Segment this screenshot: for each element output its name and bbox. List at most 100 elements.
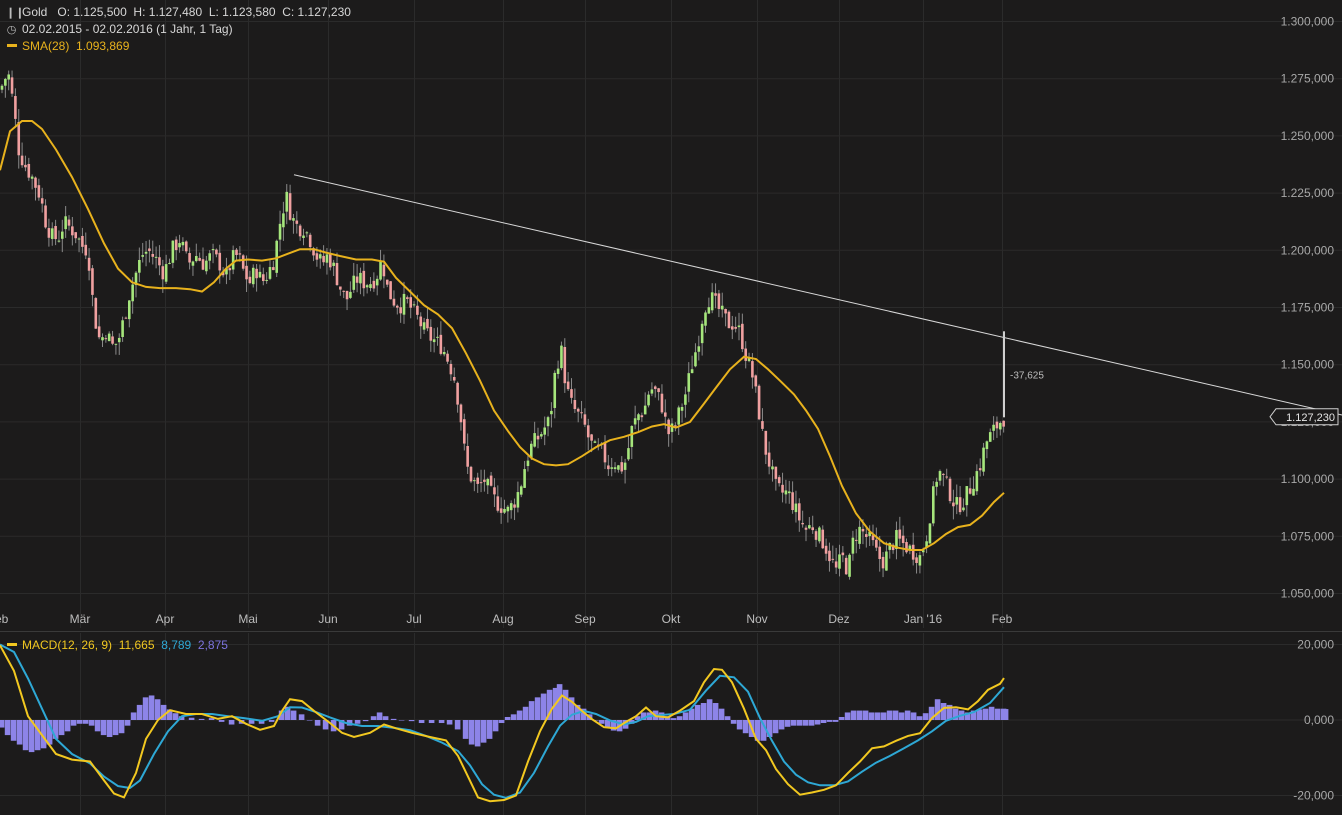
candle-down xyxy=(439,334,443,354)
histogram-bar xyxy=(16,720,23,745)
histogram-bar xyxy=(390,718,397,720)
histogram-bar xyxy=(934,699,941,720)
candle-down xyxy=(563,346,567,384)
histogram-bar xyxy=(982,708,989,720)
histogram-bar xyxy=(0,720,5,728)
candle-up xyxy=(144,251,148,254)
candle-down xyxy=(570,389,573,398)
histogram-bar xyxy=(892,710,899,720)
candle-up xyxy=(962,507,965,511)
candle-down xyxy=(158,257,161,266)
candle-down xyxy=(426,318,429,329)
candle-up xyxy=(540,434,543,437)
candle-up xyxy=(543,427,546,435)
candle-up xyxy=(285,191,289,212)
histogram-bar xyxy=(898,712,905,720)
candle-down xyxy=(14,96,17,119)
candle-up xyxy=(265,279,268,281)
macd-y-tick-label: -20,000 xyxy=(1293,789,1334,803)
candle-down xyxy=(362,270,366,289)
candle-up xyxy=(988,432,992,442)
histogram-bar xyxy=(354,720,361,724)
candle-up xyxy=(486,478,490,486)
candle-up xyxy=(553,372,557,408)
candle-down xyxy=(657,388,660,393)
candle-down xyxy=(968,488,972,494)
candle-up xyxy=(292,218,295,221)
last-price-label: 1.127,230 xyxy=(1286,412,1335,424)
legend-row-instrument: ❙❙Gold O: 1.125,500 H: 1.127,480 L: 1.12… xyxy=(6,4,351,21)
candle-up xyxy=(533,433,536,447)
legend-sma-label: SMA(28) xyxy=(22,39,70,53)
histogram-bar xyxy=(480,720,487,743)
y-tick-label: 1.300,000 xyxy=(1281,15,1335,29)
candle-down xyxy=(339,286,342,290)
candle-down xyxy=(861,528,865,532)
candle-up xyxy=(556,368,560,374)
candle-down xyxy=(47,228,51,238)
y-tick-label: 1.100,000 xyxy=(1281,472,1335,486)
candle-up xyxy=(191,261,195,266)
candle-down xyxy=(717,293,721,309)
candle-up xyxy=(623,462,627,470)
candle-down xyxy=(87,257,91,271)
candle-down xyxy=(476,477,479,484)
candle-up xyxy=(181,241,185,246)
histogram-bar xyxy=(940,703,947,720)
candle-down xyxy=(174,239,178,251)
candle-down xyxy=(727,311,731,329)
legend-histogram-value: 2,875 xyxy=(197,638,228,652)
candle-up xyxy=(707,307,711,314)
x-tick-label: Okt xyxy=(662,612,681,626)
candle-down xyxy=(91,268,94,295)
candle-up xyxy=(251,267,255,285)
candle-down xyxy=(463,419,466,444)
candle-down xyxy=(948,478,952,502)
legend-row-sma[interactable]: SMA(28) 1.093,869 xyxy=(6,38,351,54)
candle-up xyxy=(412,304,416,306)
candle-down xyxy=(828,550,831,562)
candle-up xyxy=(128,300,131,320)
chart-canvas[interactable]: -37,625 1.050,0001.075,0001.100,0001.125… xyxy=(0,0,1342,815)
candle-up xyxy=(737,325,741,328)
candle-up xyxy=(422,322,426,330)
x-tick-label: Nov xyxy=(746,612,767,626)
candle-up xyxy=(138,259,141,273)
histogram-bar xyxy=(880,712,887,720)
legend-ohlc: O: 1.125,500 H: 1.127,480 L: 1.123,580 C… xyxy=(57,5,351,19)
histogram-bar xyxy=(796,720,803,726)
candle-up xyxy=(794,503,798,513)
histogram-bar xyxy=(306,720,313,721)
candle-down xyxy=(27,163,31,178)
macd-legend[interactable]: MACD(12, 26, 9) 11,665 8,789 2,875 xyxy=(6,637,228,653)
histogram-bar xyxy=(778,720,785,730)
candle-down xyxy=(660,393,664,413)
chart-legend: ❙❙Gold O: 1.125,500 H: 1.127,480 L: 1.12… xyxy=(6,4,351,54)
candle-down xyxy=(37,185,41,198)
candle-up xyxy=(0,85,4,90)
candle-up xyxy=(918,555,922,566)
candle-down xyxy=(40,198,44,204)
candle-down xyxy=(754,375,758,387)
histogram-bar xyxy=(64,720,71,732)
candle-up xyxy=(526,460,530,467)
candle-up xyxy=(278,223,282,240)
candle-down xyxy=(372,280,376,289)
histogram-bar xyxy=(486,720,493,739)
candle-up xyxy=(516,492,520,508)
candle-down xyxy=(653,386,657,389)
candle-up xyxy=(550,410,553,415)
histogram-bar xyxy=(730,720,737,724)
histogram-bar xyxy=(844,712,851,720)
histogram-bar xyxy=(382,716,389,720)
candle-down xyxy=(389,281,392,300)
candle-down xyxy=(483,479,486,482)
candle-down xyxy=(272,267,275,271)
histogram-bar xyxy=(398,720,405,721)
candle-down xyxy=(479,482,483,484)
candle-down xyxy=(978,468,982,471)
candle-down xyxy=(757,385,761,420)
candle-down xyxy=(566,381,570,390)
candle-down xyxy=(34,177,37,188)
candle-up xyxy=(690,369,694,374)
